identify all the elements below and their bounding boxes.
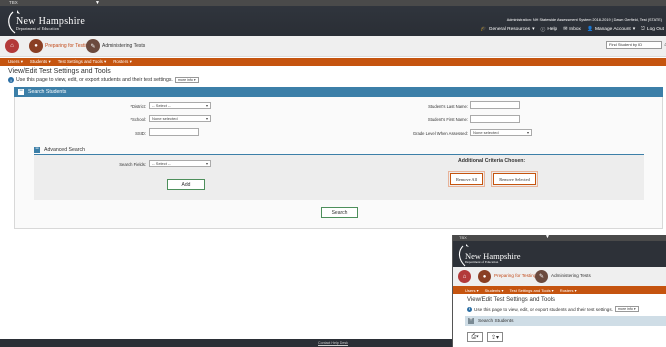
inbox-link[interactable]: ✉ Inbox	[563, 27, 581, 32]
ssid-label: SSID:	[135, 131, 146, 136]
school-select[interactable]: None selected ▾	[149, 115, 211, 122]
chevron-down-icon: ▾	[20, 59, 23, 64]
administration-user-info: Administration: NH Statewide Assessment …	[506, 18, 662, 22]
chevron-down-icon: ▾	[129, 59, 132, 64]
page-info-text: Use this page to view, edit, or export s…	[474, 306, 613, 312]
general-resources-menu[interactable]: 🎓 General Resources ▾	[481, 27, 535, 32]
preparing-icon[interactable]: ●	[478, 270, 491, 283]
app-bar: ⌂ ● Preparing for Testing ✎ Administerin…	[0, 36, 666, 57]
inbox-icon: ✉	[563, 26, 568, 32]
search-students-panel-header[interactable]: − Search Students	[14, 87, 663, 97]
expand-icon[interactable]: +	[468, 317, 474, 324]
nav-test-settings[interactable]: Test Settings and Tools ▾	[58, 59, 107, 65]
find-student-input[interactable]: Find Student by ID ⌕	[606, 41, 666, 49]
more-info-button[interactable]: more info ▾	[614, 306, 639, 312]
advanced-search-title: Advanced Search	[44, 146, 85, 153]
administering-tests-link[interactable]: Administering Tests	[102, 43, 145, 49]
additional-criteria-title: Additional Criteria Chosen:	[458, 158, 526, 164]
manage-account-menu[interactable]: 👤 Manage Account ▾	[587, 27, 635, 32]
first-name-label: Student's First Name:	[427, 117, 468, 122]
nav-test-settings[interactable]: Test Settings and Tools ▾	[510, 288, 554, 293]
administering-icon[interactable]: ✎	[535, 270, 548, 283]
preparing-for-testing-link[interactable]: Preparing for Testing	[45, 43, 91, 49]
nh-doe-logo[interactable]: New Hampshire Department of Education	[5, 7, 95, 34]
add-button[interactable]: Add	[167, 179, 205, 190]
school-label: *School:	[130, 117, 146, 122]
page-title: View/Edit Test Settings and Tools	[8, 68, 111, 75]
help-link[interactable]: ⓘ Help	[541, 26, 558, 33]
secondary-window[interactable]: TBX ▼ New Hampshire Department of Educat…	[452, 235, 666, 347]
nav-rosters[interactable]: Rosters ▾	[113, 59, 132, 65]
brand-subtitle: Department of Education	[16, 27, 59, 31]
main-nav: Users ▾ Students ▾ Test Settings and Too…	[0, 58, 666, 66]
toolbar: ⎙▾ ⇪▾	[467, 332, 503, 342]
info-icon: i	[467, 306, 472, 312]
brand-subtitle: Department of Education	[465, 260, 499, 264]
remove-all-button[interactable]: Remove All	[448, 171, 485, 187]
collapse-icon[interactable]: −	[34, 146, 40, 153]
ssid-input[interactable]	[149, 128, 199, 136]
page-info-text: Use this page to view, edit, or export s…	[16, 77, 173, 83]
print-icon[interactable]: ⎙▾	[467, 332, 483, 342]
utility-nav: 🎓 General Resources ▾ ⓘ Help ✉ Inbox 👤 Manage…	[481, 25, 664, 33]
brand-name: New Hampshire	[16, 16, 86, 27]
nav-students[interactable]: Students ▾	[485, 288, 504, 293]
administering-tests-link[interactable]: Administering Tests	[551, 273, 591, 278]
preparing-icon[interactable]: ●	[29, 39, 43, 53]
chevron-down-icon: ▾	[632, 26, 636, 32]
chevron-down-icon: ▾	[205, 161, 208, 166]
site-header: New Hampshire Department of Education	[453, 241, 666, 267]
last-name-label: Student's Last Name:	[428, 104, 468, 109]
district-label: *District:	[130, 104, 146, 109]
chevron-down-icon: ▾	[532, 26, 535, 32]
help-icon: ⓘ	[540, 27, 546, 33]
administering-icon[interactable]: ✎	[86, 39, 100, 53]
app-bar: ⌂ ● Preparing for Testing ✎ Administerin…	[453, 267, 666, 286]
site-header: New Hampshire Department of Education Ad…	[0, 6, 666, 36]
page-info: i Use this page to view, edit, or export…	[8, 77, 199, 83]
grade-level-select[interactable]: None selected ▾	[470, 129, 532, 136]
page-info: i Use this page to view, edit, or export…	[467, 306, 639, 312]
chevron-down-icon: ▾	[205, 116, 208, 121]
nav-students[interactable]: Students ▾	[30, 59, 51, 65]
window-dropdown-icon[interactable]: ▼	[545, 235, 550, 240]
search-fields-label: Search Fields:	[119, 162, 146, 167]
page-title: View/Edit Test Settings and Tools	[467, 297, 556, 303]
first-name-input[interactable]	[470, 115, 520, 123]
nav-users[interactable]: Users ▾	[8, 59, 23, 65]
nav-users[interactable]: Users ▾	[465, 288, 479, 293]
panel-title: Search Students	[28, 89, 67, 95]
grade-level-label: Grade Level When Assessed:	[412, 131, 468, 136]
advanced-search-header[interactable]: − Advanced Search	[34, 145, 644, 155]
collapse-icon[interactable]: −	[18, 88, 24, 95]
chevron-down-icon: ▾	[526, 130, 529, 135]
home-icon[interactable]: ⌂	[5, 39, 19, 53]
nav-rosters[interactable]: Rosters ▾	[560, 288, 577, 293]
remove-selected-button[interactable]: Remove Selected	[491, 171, 538, 187]
more-info-button[interactable]: more info ▾	[174, 77, 199, 83]
info-icon: i	[8, 77, 14, 83]
chevron-down-icon: ▾	[104, 59, 107, 64]
export-icon[interactable]: ⇪▾	[487, 332, 503, 342]
district-select[interactable]: -- Select -- ▾	[149, 102, 211, 109]
user-icon: 👤	[586, 26, 593, 32]
grad-cap-icon: 🎓	[480, 26, 487, 32]
last-name-input[interactable]	[470, 101, 520, 109]
search-fields-select[interactable]: -- Select -- ▾	[149, 160, 211, 167]
search-button[interactable]: Search	[321, 207, 358, 218]
home-icon[interactable]: ⌂	[458, 270, 471, 283]
main-nav: Users ▾ Students ▾ Test Settings and Too…	[453, 286, 666, 294]
log-out-link[interactable]: ⎋ Log Out	[641, 26, 664, 33]
chevron-down-icon: ▾	[48, 59, 51, 64]
search-students-panel-header[interactable]: + Search Students	[465, 316, 666, 326]
chevron-down-icon: ▾	[205, 103, 208, 108]
contact-help-desk-link[interactable]: Contact Help Desk	[318, 341, 348, 345]
preparing-for-testing-link[interactable]: Preparing for Testing	[494, 273, 536, 278]
panel-title: Search Students	[478, 318, 514, 324]
logout-icon: ⎋	[641, 27, 645, 32]
